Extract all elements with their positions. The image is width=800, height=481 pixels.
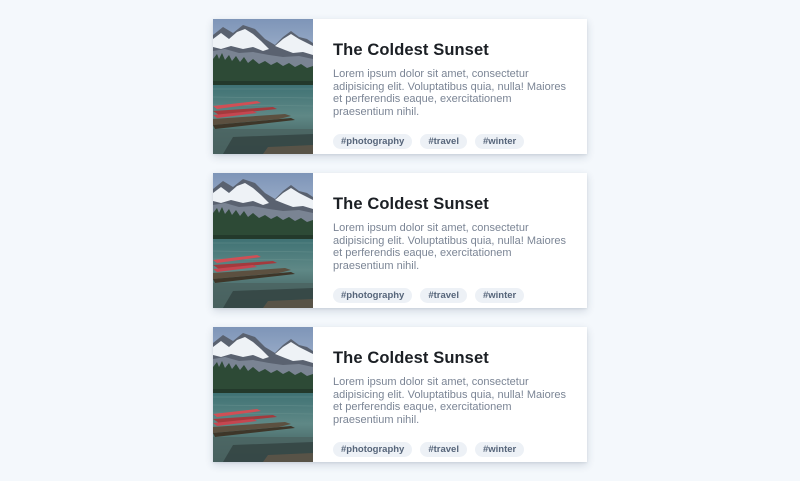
- card-image: [213, 19, 313, 154]
- tag-chip[interactable]: #winter: [474, 288, 525, 303]
- tag-chip[interactable]: #winter: [474, 134, 525, 149]
- tag-list: #photography #travel #winter: [333, 288, 525, 303]
- post-card[interactable]: The Coldest Sunset Lorem ipsum dolor sit…: [213, 19, 587, 154]
- card-body: The Coldest Sunset Lorem ipsum dolor sit…: [313, 327, 587, 462]
- card-title: The Coldest Sunset: [333, 195, 489, 213]
- tag-list: #photography #travel #winter: [333, 134, 525, 149]
- card-feed: The Coldest Sunset Lorem ipsum dolor sit…: [213, 19, 587, 481]
- post-card[interactable]: The Coldest Sunset Lorem ipsum dolor sit…: [213, 327, 587, 462]
- card-title: The Coldest Sunset: [333, 41, 489, 59]
- card-image: [213, 173, 313, 308]
- card-body: The Coldest Sunset Lorem ipsum dolor sit…: [313, 173, 587, 308]
- tag-chip[interactable]: #travel: [420, 288, 467, 303]
- card-image: [213, 327, 313, 462]
- card-description: Lorem ipsum dolor sit amet, consectetur …: [333, 222, 566, 272]
- card-body: The Coldest Sunset Lorem ipsum dolor sit…: [313, 19, 587, 154]
- card-title: The Coldest Sunset: [333, 349, 489, 367]
- tag-chip[interactable]: #travel: [420, 134, 467, 149]
- post-card[interactable]: The Coldest Sunset Lorem ipsum dolor sit…: [213, 173, 587, 308]
- card-description: Lorem ipsum dolor sit amet, consectetur …: [333, 68, 566, 118]
- tag-chip[interactable]: #photography: [333, 134, 413, 149]
- card-description: Lorem ipsum dolor sit amet, consectetur …: [333, 376, 566, 426]
- tag-chip[interactable]: #photography: [333, 288, 413, 303]
